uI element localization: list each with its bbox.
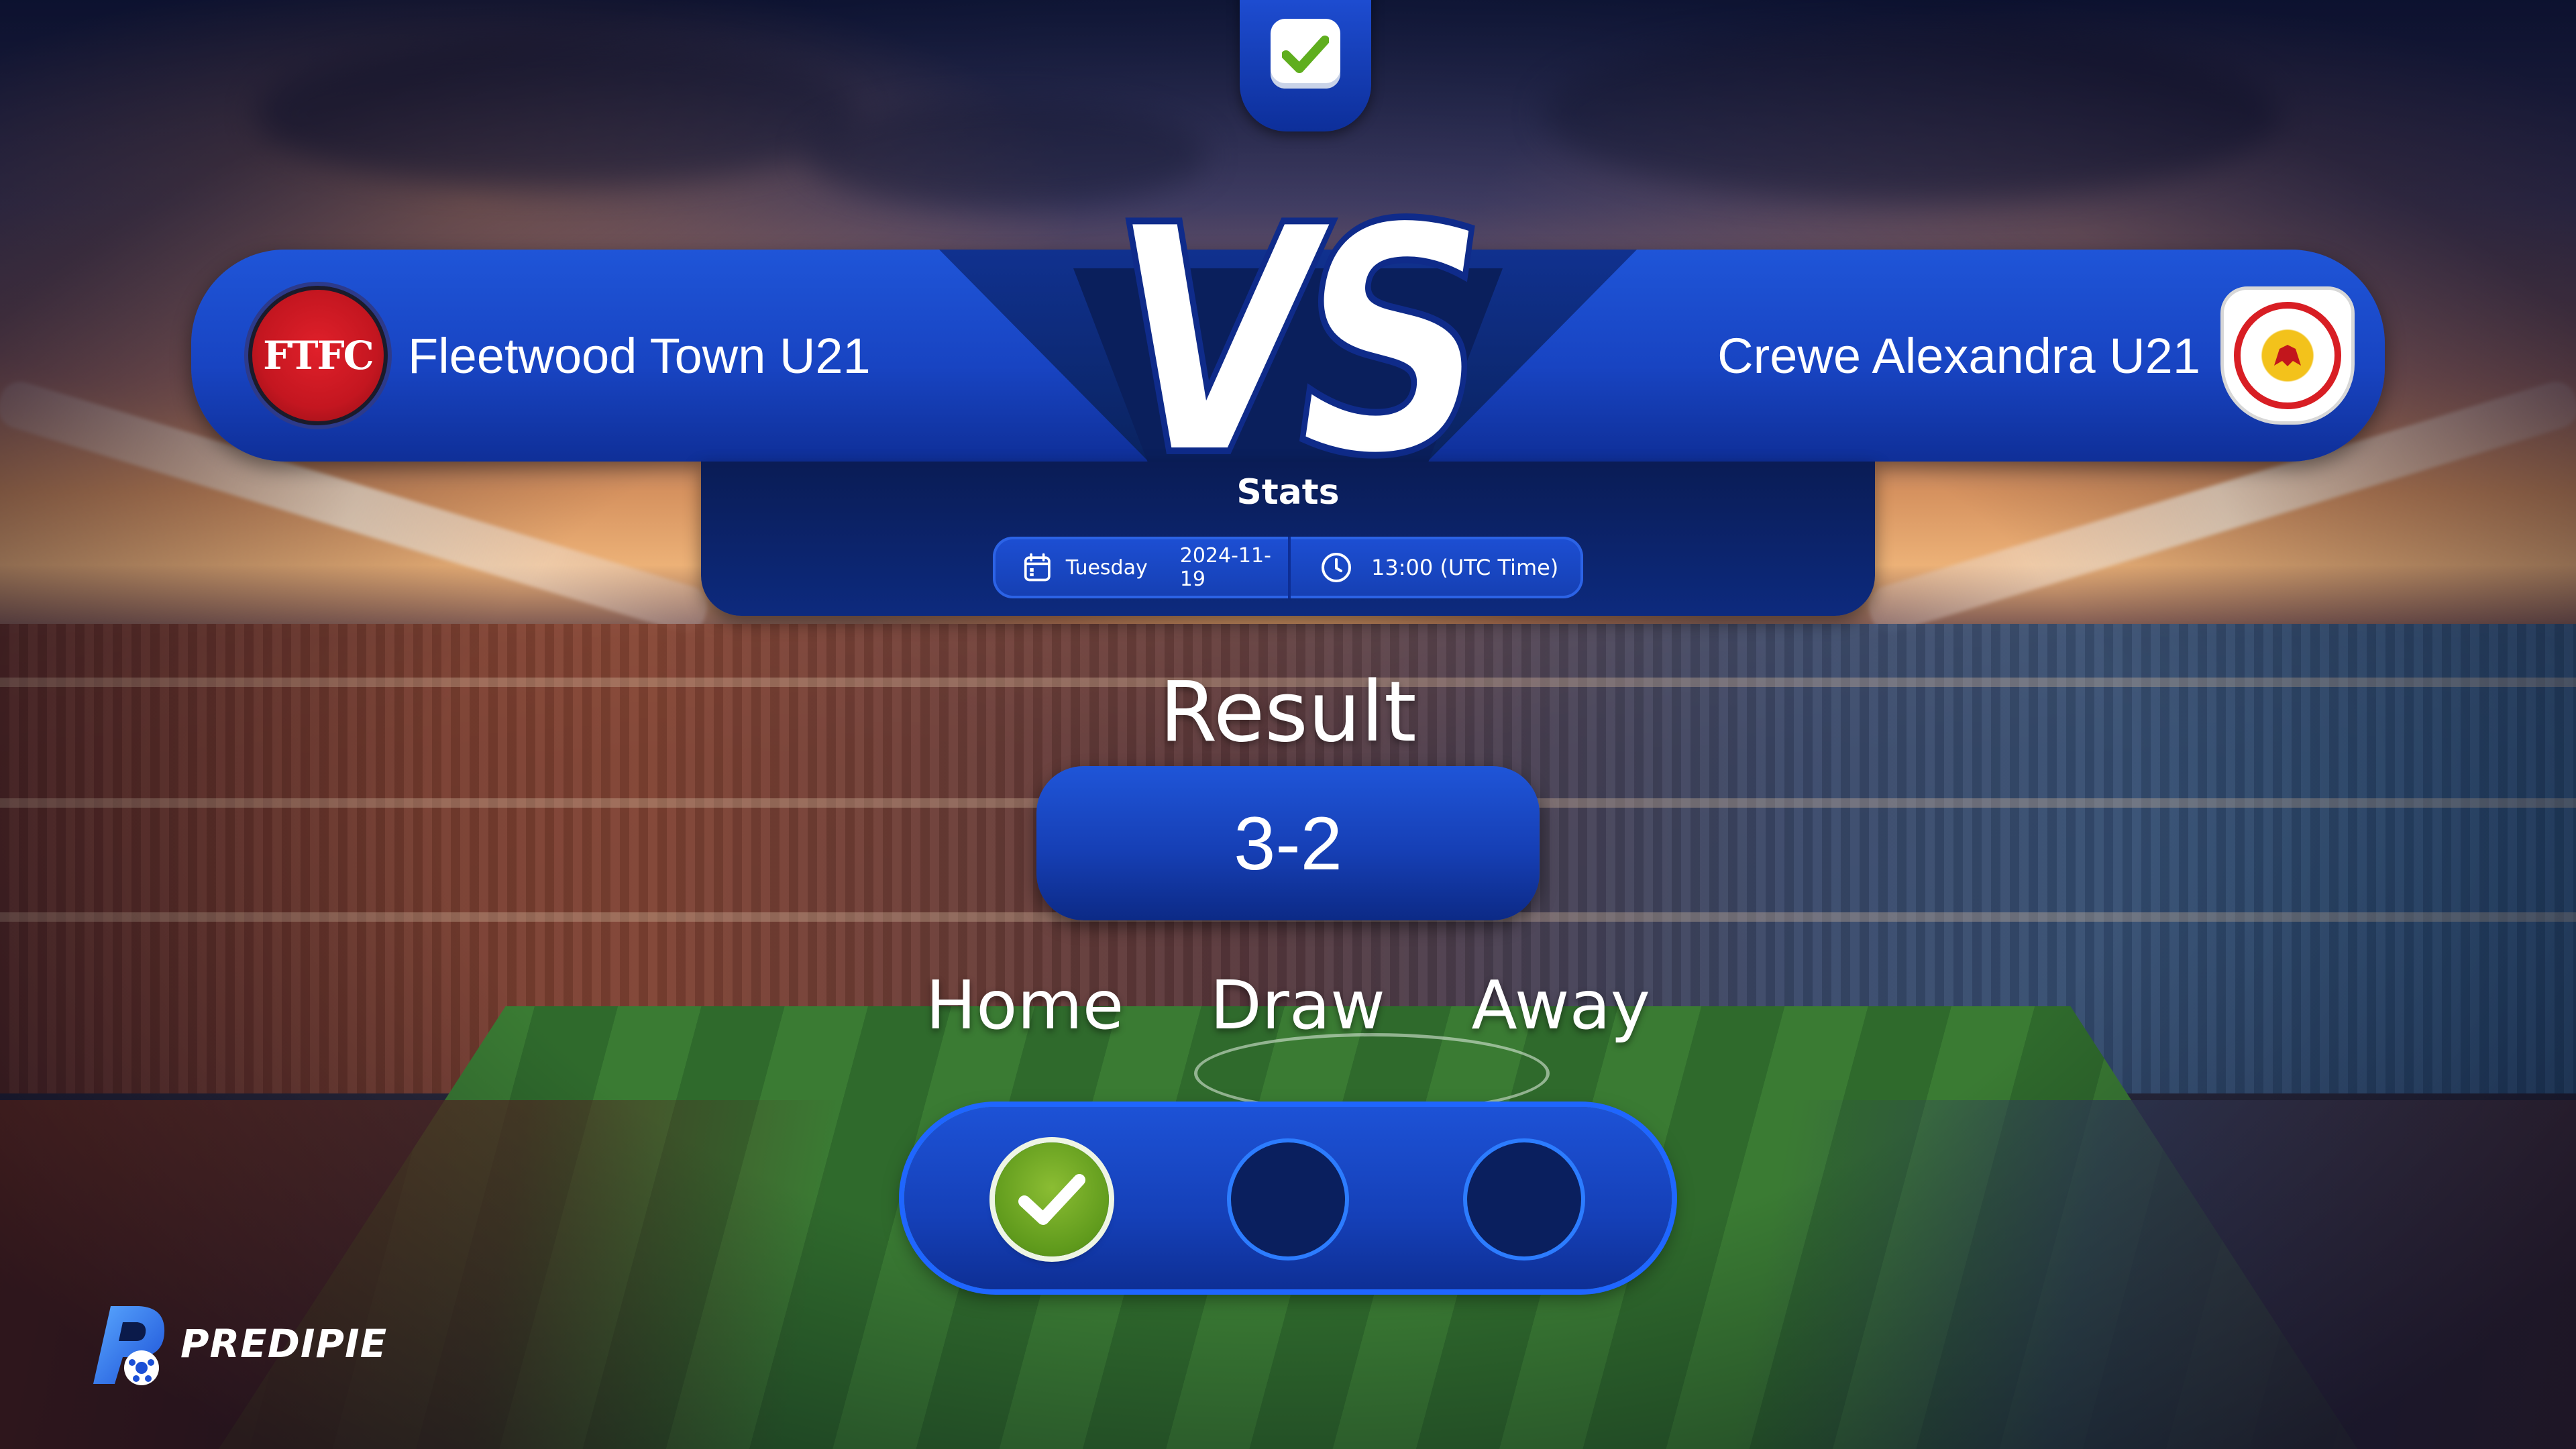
away-team-crest — [2220, 286, 2355, 425]
vs-label: VS — [1082, 155, 1495, 528]
home-team-name: Fleetwood Town U21 — [408, 327, 871, 384]
match-time-value: 13:00 (UTC Time) — [1371, 555, 1559, 580]
clock-icon — [1322, 553, 1351, 582]
predipie-logo-icon — [93, 1306, 165, 1385]
match-time: 13:00 (UTC Time) — [1291, 551, 1558, 584]
verified-badge-box — [1271, 19, 1340, 89]
outcome-label-away: Away — [1471, 966, 1650, 1044]
score-box: 3-2 — [1036, 766, 1540, 920]
calendar-icon — [1024, 553, 1051, 582]
check-icon — [1018, 1174, 1085, 1225]
match-date-value: 2024-11-19 — [1179, 544, 1271, 591]
outcome-labels: Home Draw Away — [926, 966, 1650, 1044]
away-team-name: Crewe Alexandra U21 — [1717, 327, 2200, 384]
brand-name: PREDIPIE — [180, 1321, 388, 1366]
outcome-option-home[interactable] — [995, 1142, 1109, 1256]
away-team[interactable]: Crewe Alexandra U21 — [1697, 250, 2355, 462]
outcome-option-draw[interactable] — [1231, 1142, 1345, 1256]
verified-badge — [1240, 0, 1371, 131]
match-datetime: Tuesday 2024-11-19 13:00 (UTC Time) — [993, 537, 1583, 598]
check-icon — [1282, 36, 1329, 73]
home-crest-text: FTFC — [263, 333, 374, 378]
match-day: Tuesday — [1065, 555, 1148, 580]
brand-logo[interactable]: PREDIPIE — [84, 1298, 387, 1389]
outcome-label-home: Home — [926, 966, 1124, 1044]
outcome-label-draw: Draw — [1210, 966, 1385, 1044]
away-crest-emblem — [2234, 302, 2341, 409]
home-team-crest: FTFC — [248, 286, 388, 425]
outcome-option-away[interactable] — [1467, 1142, 1581, 1256]
final-score: 3-2 — [1234, 801, 1342, 885]
match-date: Tuesday 2024-11-19 — [993, 544, 1288, 591]
result-label: Result — [1159, 664, 1417, 761]
lion-icon — [2274, 345, 2301, 366]
stats-title: Stats — [1236, 472, 1340, 513]
home-team[interactable]: FTFC Fleetwood Town U21 — [248, 250, 891, 462]
match-prediction-card: FTFC Fleetwood Town U21 Crewe Alexandra … — [0, 0, 2576, 1449]
